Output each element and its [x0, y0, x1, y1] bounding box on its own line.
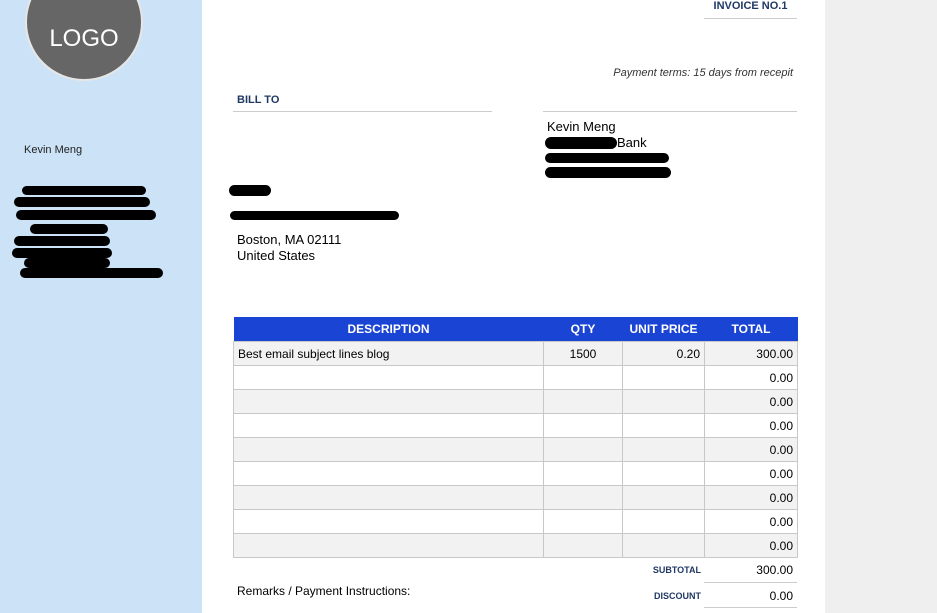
bill-to-divider: [233, 111, 492, 112]
subtotal-divider: [704, 582, 797, 583]
table-row: 0.00: [233, 485, 798, 510]
cell-description[interactable]: [233, 413, 544, 438]
cell-qty[interactable]: [543, 437, 623, 462]
cell-total: 0.00: [704, 437, 798, 462]
cell-description[interactable]: Best email subject lines blog: [233, 341, 544, 366]
redacted-sender-line-6: [12, 248, 112, 258]
cell-qty[interactable]: [543, 461, 623, 486]
items-header-row: DESCRIPTION QTY UNIT PRICE TOTAL: [233, 317, 798, 342]
redacted-account-number: [545, 167, 671, 178]
redacted-sender-line-2: [14, 197, 150, 207]
cell-description[interactable]: [233, 389, 544, 414]
discount-label: DISCOUNT: [654, 591, 701, 601]
table-row: 0.00: [233, 533, 798, 558]
cell-unit-price[interactable]: [622, 461, 705, 486]
sender-name: Kevin Meng: [24, 144, 83, 156]
cell-unit-price[interactable]: 0.20: [622, 341, 705, 366]
column-header-description: DESCRIPTION: [233, 317, 544, 342]
cell-unit-price[interactable]: [622, 437, 705, 462]
redacted-sender-line-1: [22, 186, 146, 195]
cell-qty[interactable]: [543, 365, 623, 390]
table-row: 0.00: [233, 461, 798, 486]
bill-to-label: BILL TO: [237, 94, 280, 106]
redacted-bank-line-2: [545, 153, 669, 163]
cell-unit-price[interactable]: [622, 365, 705, 390]
redacted-sender-line-3: [16, 210, 156, 220]
redacted-sender-line-5: [14, 236, 110, 246]
table-row: Best email subject lines blog 1500 0.20 …: [233, 341, 798, 366]
cell-total: 0.00: [704, 365, 798, 390]
redacted-sender-line-4: [30, 224, 108, 234]
logo-text: LOGO: [49, 25, 119, 52]
client-country[interactable]: United States: [237, 248, 315, 263]
cell-qty[interactable]: [543, 389, 623, 414]
bank-divider: [543, 111, 797, 112]
cell-description[interactable]: [233, 485, 544, 510]
cell-qty[interactable]: [543, 413, 623, 438]
remarks-label: Remarks / Payment Instructions:: [237, 584, 411, 598]
cell-unit-price[interactable]: [622, 533, 705, 558]
redacted-sender-line-8: [20, 268, 163, 278]
payment-terms[interactable]: Payment terms: 15 days from recepit: [613, 67, 793, 79]
table-row: 0.00: [233, 413, 798, 438]
redacted-client-street: [230, 211, 399, 220]
subtotal-label: SUBTOTAL: [652, 565, 701, 575]
logo-placeholder[interactable]: LOGO: [25, 0, 143, 81]
table-row: 0.00: [233, 509, 798, 534]
column-header-qty: QTY: [543, 317, 623, 342]
table-row: 0.00: [233, 437, 798, 462]
cell-qty[interactable]: [543, 509, 623, 534]
cell-total: 0.00: [704, 533, 798, 558]
cell-total: 0.00: [704, 485, 798, 510]
column-header-unit-price: UNIT PRICE: [622, 317, 705, 342]
cell-description[interactable]: [233, 461, 544, 486]
cell-total: 0.00: [704, 389, 798, 414]
table-row: 0.00: [233, 365, 798, 390]
bank-label[interactable]: Bank: [617, 135, 647, 150]
discount-divider: [704, 607, 797, 608]
subtotal-value: 300.00: [756, 563, 793, 577]
sidebar: LOGO Kevin Meng: [0, 0, 202, 613]
client-city-line[interactable]: Boston, MA 02111: [237, 232, 341, 247]
cell-description[interactable]: [233, 437, 544, 462]
cell-unit-price[interactable]: [622, 509, 705, 534]
cell-total: 300.00: [704, 341, 798, 366]
invoice-number[interactable]: INVOICE NO.1: [704, 0, 797, 19]
cell-total: 0.00: [704, 509, 798, 534]
cell-unit-price[interactable]: [622, 389, 705, 414]
cell-description[interactable]: [233, 509, 544, 534]
discount-value[interactable]: 0.00: [704, 589, 793, 603]
cell-qty[interactable]: 1500: [543, 341, 623, 366]
items-table: DESCRIPTION QTY UNIT PRICE TOTAL Best em…: [233, 317, 798, 558]
cell-unit-price[interactable]: [622, 413, 705, 438]
cell-description[interactable]: [233, 533, 544, 558]
column-header-total: TOTAL: [704, 317, 798, 342]
cell-total: 0.00: [704, 461, 798, 486]
cell-qty[interactable]: [543, 485, 623, 510]
redacted-bank-name: [545, 137, 617, 149]
cell-unit-price[interactable]: [622, 485, 705, 510]
cell-total: 0.00: [704, 413, 798, 438]
redacted-sender-line-7: [24, 258, 110, 268]
bank-account-name[interactable]: Kevin Meng: [547, 119, 616, 134]
redacted-client-name: [229, 185, 271, 196]
cell-qty[interactable]: [543, 533, 623, 558]
table-row: 0.00: [233, 389, 798, 414]
cell-description[interactable]: [233, 365, 544, 390]
